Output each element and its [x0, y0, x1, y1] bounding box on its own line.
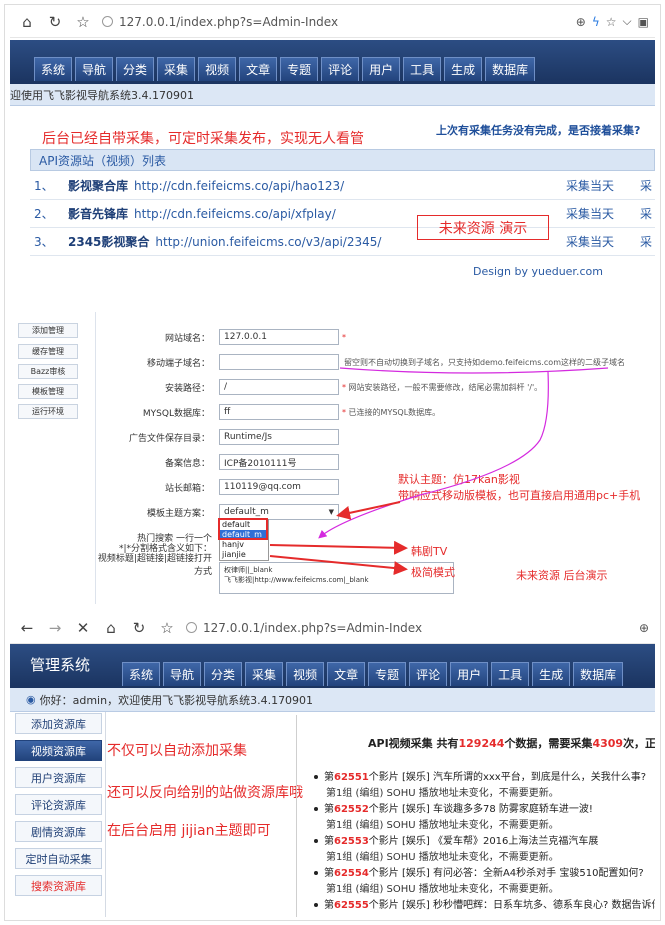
- address-bar[interactable]: 127.0.0.1/index.php?s=Admin-Index: [186, 621, 422, 635]
- home-icon[interactable]: ⌂: [100, 617, 122, 639]
- list-item: 第62553个影片 [娱乐] 《爱车帮》2016上海法兰克福汽车展: [314, 832, 598, 847]
- list-subitem: 第1组 (编组) SOHU 播放地址未变化，不需要更新。: [326, 788, 559, 799]
- collect-summary: API视频采集 共有129244个数据，需要采集4309次，正在: [368, 737, 655, 750]
- nav-tab[interactable]: 文章: [327, 662, 366, 686]
- zoom-icon[interactable]: ⊕: [639, 621, 649, 635]
- browser-toolbar: ← → ✕ ⌂ ↻ ☆ 127.0.0.1/index.php?s=Admin-…: [10, 612, 655, 644]
- list-item: 第62552个影片 [娱乐] 车谈趣多多78 防雾家庭轿车进一波!: [314, 800, 593, 815]
- security-icon: [186, 622, 197, 633]
- list-item: 第62554个影片 [娱乐] 有问必答：全新A4秒杀对手 宝骏510配置如何?: [314, 864, 644, 879]
- list-subitem: 第1组 (编组) SOHU 播放地址未变化，不需要更新。: [326, 884, 559, 895]
- side-menu-item[interactable]: 定时自动采集: [15, 848, 102, 869]
- forward-icon[interactable]: →: [44, 617, 66, 639]
- nav-tabs: 系统 导航 分类 采集 视频 文章 专题 评论 用户 工具 生成 数据库: [122, 662, 624, 686]
- welcome-bar: ◉ 你好：admin，欢迎使用飞飞影视导航系统3.4.170901: [10, 688, 655, 712]
- side-menu-item[interactable]: 评论资源库: [15, 794, 102, 815]
- list-subitem: 第1组 (编组) SOHU 播放地址未变化，不需要更新。: [326, 852, 559, 863]
- nav-tab[interactable]: 用户: [450, 662, 489, 686]
- red-arrow: [269, 555, 408, 576]
- red-arrow: [336, 501, 401, 520]
- nav-tab[interactable]: 评论: [409, 662, 448, 686]
- content-divider: [105, 712, 106, 917]
- user-icon: ◉: [26, 693, 36, 706]
- close-icon[interactable]: ✕: [72, 617, 94, 639]
- list-subitem: 第1组 (编组) SOHU 播放地址未变化，不需要更新。: [326, 820, 559, 831]
- nav-tab[interactable]: 生成: [532, 662, 571, 686]
- side-menu-item[interactable]: 用户资源库: [15, 767, 102, 788]
- nav-tab[interactable]: 数据库: [573, 662, 624, 686]
- admin-header: 管理系统 系统 导航 分类 采集 视频 文章 专题 评论 用户 工具 生成 数据库: [10, 644, 655, 688]
- list-item: 第62551个影片 [娱乐] 汽车所谓的xxx平台，到底是什么，关我什么事?: [314, 768, 646, 783]
- red-arrow: [269, 540, 408, 555]
- side-menu-item-active[interactable]: 视频资源库: [15, 740, 102, 761]
- system-title: 管理系统: [30, 656, 91, 674]
- nav-tab[interactable]: 导航: [163, 662, 202, 686]
- welcome-text: 你好：admin，欢迎使用飞飞影视导航系统3.4.170901: [39, 693, 314, 707]
- side-menu-item[interactable]: 添加资源库: [15, 713, 102, 734]
- underline-mark: [339, 367, 609, 374]
- nav-tab[interactable]: 系统: [122, 662, 161, 686]
- side-menu-item[interactable]: 搜索资源库: [15, 875, 102, 896]
- nav-tab[interactable]: 采集: [245, 662, 284, 686]
- feature-note: 不仅可以自动添加采集: [107, 743, 247, 759]
- nav-tab[interactable]: 专题: [368, 662, 407, 686]
- nav-tab[interactable]: 视频: [286, 662, 325, 686]
- bookmark-star-icon[interactable]: ☆: [156, 617, 178, 639]
- nav-tab[interactable]: 分类: [204, 662, 243, 686]
- feature-note: 还可以反向给别的站做资源库哦: [107, 785, 303, 801]
- back-icon[interactable]: ←: [16, 617, 38, 639]
- nav-tab[interactable]: 工具: [491, 662, 530, 686]
- feature-note: 在后台启用 jijian主题即可: [107, 823, 271, 839]
- reload-icon[interactable]: ↻: [128, 617, 150, 639]
- side-menu-item[interactable]: 剧情资源库: [15, 821, 102, 842]
- list-item: 第62555个影片 [娱乐] 秒秒懵吧辉：日系车坑多、德系车良心? 数据告诉你: [314, 896, 655, 911]
